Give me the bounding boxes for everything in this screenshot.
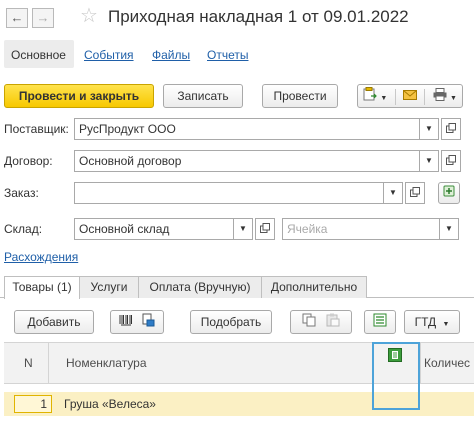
order-label: Заказ: [4, 186, 39, 200]
save-button[interactable]: Записать [163, 84, 243, 108]
warehouse-label: Склад: [4, 222, 43, 236]
page-title: Приходная накладная 1 от 09.01.2022 [108, 7, 409, 26]
gtd-button-label: ГТД [414, 315, 437, 329]
dropdown-arrow-icon: ▼ [445, 224, 453, 233]
contract-open-button[interactable] [441, 150, 461, 172]
column-separator [48, 342, 49, 384]
row-number-cell[interactable]: 1 [14, 395, 52, 413]
toolbar-divider [394, 88, 396, 105]
dropdown-arrow-icon: ▼ [425, 156, 433, 165]
tab-additional[interactable]: Дополнительно [261, 276, 367, 298]
back-icon: ← [10, 10, 24, 25]
gtd-button[interactable]: ГТД ▼ [404, 310, 460, 334]
dropdown-arrow-icon: ▼ [239, 224, 247, 233]
warehouse-dropdown-button[interactable]: ▼ [233, 218, 253, 240]
dropdown-arrow-icon[interactable]: ▼ [450, 95, 457, 102]
order-dropdown-button[interactable]: ▼ [383, 182, 403, 204]
section-main[interactable]: Основное [11, 48, 66, 62]
warehouse-field[interactable]: Основной склад [74, 218, 234, 240]
green-fill-icon [443, 185, 455, 200]
distribute-button[interactable] [364, 310, 396, 334]
dropdown-arrow-icon: ▼ [389, 188, 397, 197]
contract-label: Договор: [4, 154, 53, 168]
print-icon[interactable] [433, 86, 447, 108]
column-header-n[interactable]: N [24, 356, 33, 370]
warehouse-open-button[interactable] [255, 218, 275, 240]
scanner-icon[interactable] [141, 312, 155, 334]
create-based-on-icon[interactable] [363, 86, 377, 108]
toolbar-icon-group: ▼ ▼ [357, 84, 463, 108]
column-header-item[interactable]: Номенклатура [66, 356, 147, 370]
dropdown-arrow-icon: ▼ [425, 124, 433, 133]
section-events[interactable]: События [84, 48, 134, 62]
open-icon [260, 222, 270, 236]
paste-icon[interactable] [326, 312, 340, 334]
mail-icon[interactable] [403, 86, 417, 108]
favorite-star-icon[interactable]: ☆ [80, 4, 98, 28]
post-button[interactable]: Провести [262, 84, 338, 108]
open-icon [410, 186, 420, 200]
supplier-open-button[interactable] [441, 118, 461, 140]
column-separator [420, 342, 421, 384]
tab-goods[interactable]: Товары (1) [4, 276, 80, 299]
discrepancies-link[interactable]: Расхождения [4, 250, 78, 264]
column-focus-frame [372, 342, 420, 410]
dropdown-arrow-icon[interactable]: ▼ [380, 95, 387, 102]
open-icon [446, 154, 456, 168]
tab-payment[interactable]: Оплата (Вручную) [138, 276, 262, 298]
pick-button[interactable]: Подобрать [190, 310, 272, 334]
section-files[interactable]: Файлы [152, 48, 190, 62]
back-button[interactable]: ← [6, 8, 28, 28]
copy-icon[interactable] [302, 312, 316, 334]
forward-icon: → [36, 10, 50, 25]
contract-field[interactable]: Основной договор [74, 150, 420, 172]
toolbar-divider [424, 88, 426, 105]
dropdown-arrow-icon: ▼ [442, 321, 450, 328]
copy-paste-group [290, 310, 352, 334]
storage-cell-field[interactable]: Ячейка [282, 218, 440, 240]
order-fill-button[interactable] [438, 182, 460, 204]
order-field[interactable] [74, 182, 384, 204]
open-icon [446, 122, 456, 136]
row-item-cell[interactable]: Груша «Велеса» [64, 397, 156, 411]
supplier-label: Поставщик: [4, 122, 69, 136]
contract-dropdown-button[interactable]: ▼ [419, 150, 439, 172]
supplier-field[interactable]: РусПродукт ООО [74, 118, 420, 140]
column-header-quantity[interactable]: Количес [424, 356, 470, 370]
supplier-dropdown-button[interactable]: ▼ [419, 118, 439, 140]
storage-cell-dropdown-button[interactable]: ▼ [439, 218, 459, 240]
add-button[interactable]: Добавить [14, 310, 94, 334]
order-open-button[interactable] [405, 182, 425, 204]
barcode-icon[interactable] [119, 312, 133, 334]
section-reports[interactable]: Отчеты [207, 48, 248, 62]
tab-services[interactable]: Услуги [79, 276, 139, 298]
forward-button[interactable]: → [32, 8, 54, 28]
distribute-icon [373, 312, 387, 334]
post-and-close-button[interactable]: Провести и закрыть [4, 84, 154, 108]
barcode-button-group [110, 310, 164, 334]
